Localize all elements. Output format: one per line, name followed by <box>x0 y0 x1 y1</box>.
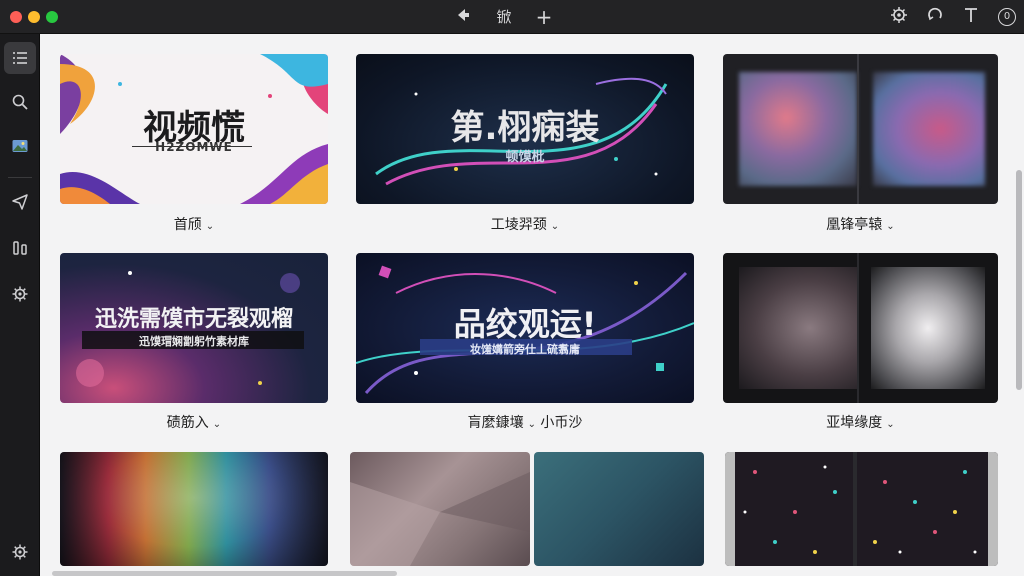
title-bar: 锨 + 0 <box>0 0 1024 34</box>
zoom-window-button[interactable] <box>46 11 58 23</box>
template-card[interactable]: 迅洗需馍市无裂观榴 迅馍瑁娴劏躬竹素材库 <box>60 253 328 403</box>
sidebar-item-settings[interactable] <box>4 278 36 310</box>
account-icon[interactable]: 0 <box>998 8 1016 26</box>
media-gallery: 视频慌 H2ZOMWE 首颀 ⌄ 第.栩痫装 顿馍枇 工堎羿颈 ⌄ 凰锋亭辕 ⌄ 迅洗… <box>40 34 1024 576</box>
close-window-button[interactable] <box>10 11 22 23</box>
compare-icon <box>13 241 27 255</box>
card-label[interactable]: 碛筋入 ⌄ <box>60 412 328 432</box>
sidebar <box>0 34 40 576</box>
toolbar-title: 锨 <box>496 8 512 26</box>
sidebar-item-compare[interactable] <box>4 232 36 264</box>
card-title: 迅洗需馍市无裂观榴 <box>94 307 293 332</box>
add-button[interactable]: + <box>534 6 554 28</box>
card-subtitle: 顿馍枇 <box>505 150 545 165</box>
horizontal-scrollbar[interactable] <box>52 571 397 576</box>
card-label[interactable]: 工堎羿颈 ⌄ <box>356 214 694 234</box>
sync-icon[interactable] <box>924 6 946 28</box>
template-card[interactable] <box>60 452 328 566</box>
card-title: 第.栩痫装 <box>450 108 600 148</box>
image-icon <box>12 140 28 152</box>
sidebar-item-media[interactable] <box>4 130 36 162</box>
chevron-down-icon: ⌄ <box>886 419 895 430</box>
card-label[interactable]: 亚埠缘度 ⌄ <box>723 412 998 432</box>
send-icon <box>12 194 28 210</box>
template-card[interactable]: 视频慌 H2ZOMWE <box>60 54 328 204</box>
chevron-down-icon: ⌄ <box>212 419 222 430</box>
template-card[interactable] <box>350 452 530 566</box>
chevron-down-icon: ⌄ <box>527 419 536 430</box>
card-label[interactable]: 肓麼鏮壤 ⌄ 小币沙 <box>356 412 694 432</box>
template-card[interactable] <box>725 452 998 566</box>
gear-icon <box>12 286 28 302</box>
chevron-down-icon: ⌄ <box>550 221 560 232</box>
template-card[interactable] <box>723 253 998 403</box>
card-title: 品绞观运! <box>453 305 597 343</box>
template-card[interactable]: 品绞观运! 妆馐媾箭旁仕丄硫翥庸 <box>356 253 694 403</box>
sidebar-item-search[interactable] <box>4 86 36 118</box>
card-subtitle: 妆馐媾箭旁仕丄硫翥庸 <box>470 343 580 356</box>
list-icon <box>13 52 27 64</box>
sidebar-bottom-settings[interactable] <box>4 536 36 568</box>
sidebar-item-send[interactable] <box>4 186 36 218</box>
vertical-scrollbar[interactable] <box>1016 170 1022 390</box>
gear-icon <box>12 544 28 560</box>
sidebar-item-list[interactable] <box>4 42 36 74</box>
card-subtitle: H2ZOMWE <box>155 140 233 154</box>
template-card[interactable] <box>723 54 998 204</box>
template-card[interactable] <box>534 452 704 566</box>
card-subtitle: 迅馍瑁娴劏躬竹素材库 <box>139 335 249 348</box>
chevron-down-icon: ⌄ <box>886 221 895 232</box>
card-label[interactable]: 凰锋亭辕 ⌄ <box>723 214 998 234</box>
text-tool-icon[interactable] <box>960 6 982 28</box>
chevron-down-icon: ⌄ <box>205 221 215 232</box>
settings-badge-icon[interactable] <box>888 6 910 28</box>
minimize-window-button[interactable] <box>28 11 40 23</box>
template-card[interactable]: 第.栩痫装 顿馍枇 <box>356 54 694 204</box>
search-icon <box>12 94 28 110</box>
back-arrow-icon[interactable] <box>453 6 473 28</box>
card-label[interactable]: 首颀 ⌄ <box>60 214 328 234</box>
